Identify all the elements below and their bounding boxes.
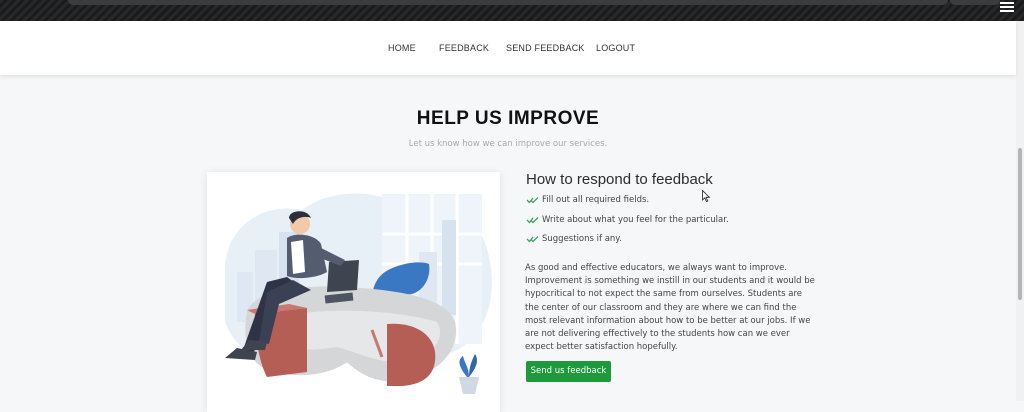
main-navbar: HOME FEEDBACK SEND FEEDBACK LOGOUT <box>0 21 1016 75</box>
checklist-item: Write about what you feel for the partic… <box>526 213 729 227</box>
feature-paragraph: As good and effective educators, we alwa… <box>525 263 815 353</box>
send-feedback-button[interactable]: Send us feedback <box>526 361 611 382</box>
page-subtitle: Let us know how we can improve our servi… <box>408 139 608 149</box>
menu-icon[interactable] <box>1000 0 1014 12</box>
page-title: HELP US IMPROVE <box>416 108 600 129</box>
feature-title: How to respond to feedback <box>526 171 713 188</box>
checklist-item: Suggestions if any. <box>526 232 622 246</box>
page-scrollbar[interactable] <box>1016 21 1024 401</box>
mouse-cursor-icon <box>702 190 710 202</box>
double-check-icon <box>526 236 539 243</box>
nav-item-send-feedback[interactable]: SEND FEEDBACK <box>506 43 585 53</box>
checklist-item-text: Write about what you feel for the partic… <box>542 215 729 225</box>
nav-item-home[interactable]: HOME <box>388 43 416 53</box>
checklist-item-text: Fill out all required fields. <box>542 195 650 205</box>
scrollbar-thumb[interactable] <box>1018 148 1022 300</box>
double-check-icon <box>526 217 539 224</box>
double-check-icon <box>526 197 539 204</box>
browser-address-bar-edge <box>68 0 948 5</box>
person-at-desk-illustration <box>225 193 492 394</box>
browser-top-strip <box>0 0 1024 21</box>
nav-item-logout[interactable]: LOGOUT <box>596 43 635 53</box>
illustration-card <box>207 172 500 412</box>
checklist-item-text: Suggestions if any. <box>542 234 622 244</box>
nav-item-feedback[interactable]: FEEDBACK <box>439 43 489 53</box>
checklist-item: Fill out all required fields. <box>526 193 649 207</box>
browser-toolbar-edge <box>950 0 1000 5</box>
